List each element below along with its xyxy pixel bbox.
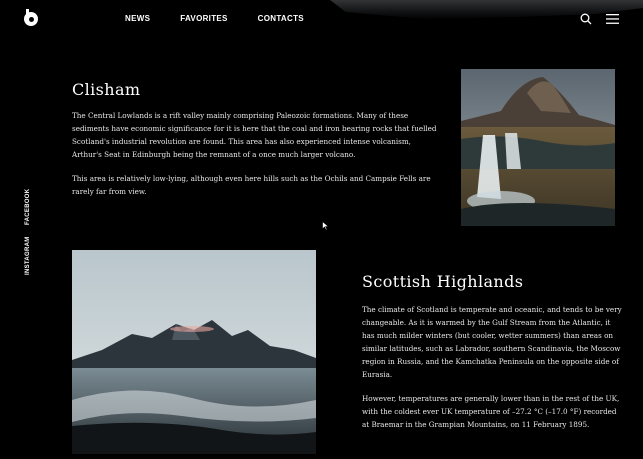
search-icon[interactable] [580, 13, 592, 25]
header-image-strip [330, 0, 643, 19]
section-paragraph: This area is relatively low-lying, altho… [72, 174, 431, 196]
mouse-cursor-icon [322, 221, 330, 231]
logo-b-icon[interactable] [24, 9, 38, 26]
main-nav: NEWS FAVORITES CONTACTS [125, 14, 304, 23]
section-paragraph: The climate of Scotland is temperate and… [362, 305, 622, 379]
section-title: Scottish Highlands [362, 272, 524, 291]
nav-favorites[interactable]: FAVORITES [180, 14, 227, 23]
coastal-mountain-photo [72, 250, 316, 454]
nav-news[interactable]: NEWS [125, 14, 150, 23]
section-paragraph: The Central Lowlands is a rift valley ma… [72, 111, 437, 159]
hamburger-menu-icon[interactable] [606, 14, 619, 24]
section-paragraph: However, temperatures are generally lowe… [362, 394, 620, 429]
facebook-link[interactable]: FACEBOOK [25, 189, 31, 225]
section-title: Clisham [72, 80, 141, 99]
mountain-waterfall-photo [461, 69, 615, 226]
section-clisham: Clisham The Central Lowlands is a rift v… [72, 80, 437, 209]
section-scottish-highlands: Scottish Highlands The climate of Scotla… [362, 272, 624, 442]
nav-contacts[interactable]: CONTACTS [258, 14, 304, 23]
instagram-link[interactable]: INSTAGRAM [25, 236, 31, 275]
